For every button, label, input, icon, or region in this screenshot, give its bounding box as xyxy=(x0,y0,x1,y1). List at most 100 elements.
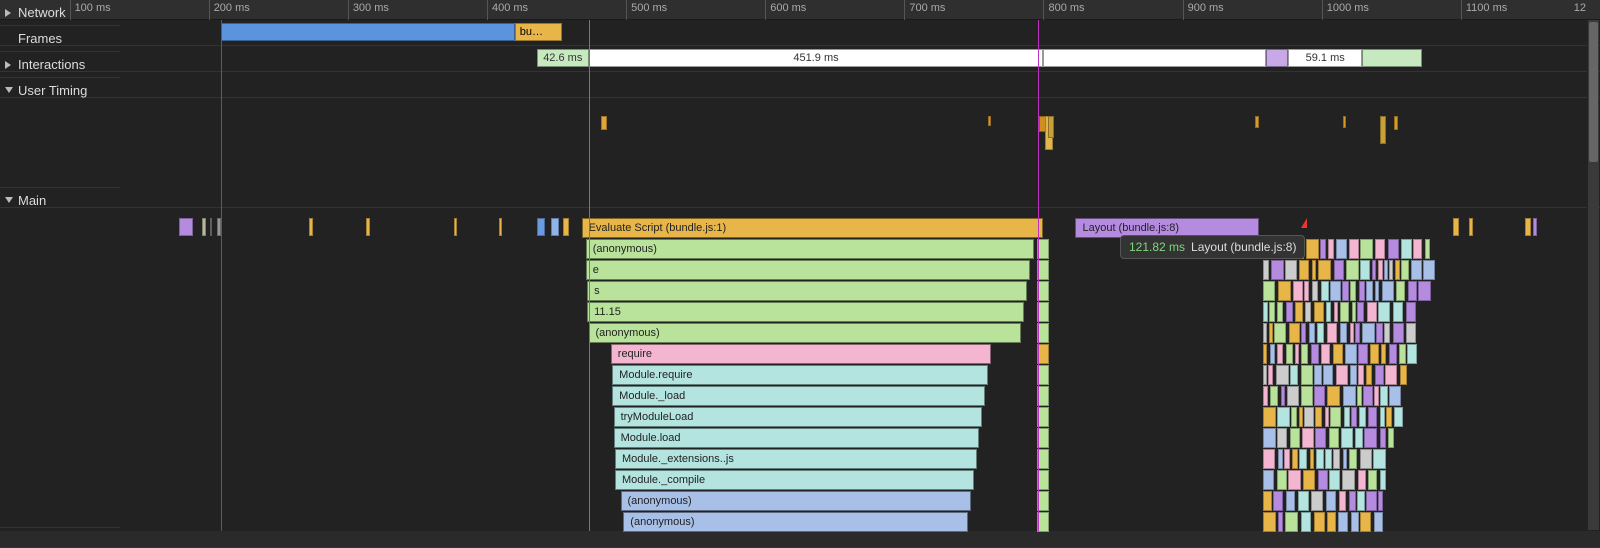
flame-frame[interactable]: Module.load xyxy=(614,428,980,448)
flame-frame[interactable] xyxy=(1388,428,1394,448)
flame-frame[interactable] xyxy=(1380,407,1385,427)
flame-frame[interactable] xyxy=(1400,365,1407,385)
flame-frame[interactable] xyxy=(1372,260,1376,280)
flame-frame[interactable] xyxy=(1263,386,1268,406)
user-timing-lane[interactable] xyxy=(0,98,1600,208)
flame-frame[interactable]: (anonymous) xyxy=(586,239,1034,259)
flame-frame[interactable] xyxy=(1366,281,1373,301)
flame-frame[interactable] xyxy=(1357,302,1364,322)
flame-frame[interactable]: tryModuleLoad xyxy=(614,407,983,427)
flame-frame[interactable] xyxy=(1366,365,1372,385)
vertical-scrollbar[interactable] xyxy=(1587,20,1599,530)
flame-frame[interactable]: (anonymous) xyxy=(621,491,972,511)
track-area[interactable]: bu… 42.6 ms451.9 ms59.1 ms Evaluate Scri… xyxy=(0,20,1600,531)
flame-frame[interactable] xyxy=(1299,260,1309,280)
flame-frame[interactable] xyxy=(1309,323,1315,343)
flame-frame[interactable] xyxy=(1314,365,1322,385)
time-ruler[interactable]: 12 100 ms200 ms300 ms400 ms500 ms600 ms7… xyxy=(0,0,1600,20)
flame-frame[interactable] xyxy=(1277,344,1283,364)
flame-frame[interactable] xyxy=(1271,260,1284,280)
flame-frame[interactable] xyxy=(1349,449,1357,469)
user-timing-mark[interactable] xyxy=(1394,116,1398,130)
flame-frame[interactable]: Evaluate Script (bundle.js:1) xyxy=(582,218,1044,238)
flame-frame[interactable] xyxy=(1423,260,1435,280)
flame-frame[interactable] xyxy=(1281,386,1285,406)
flame-frame[interactable] xyxy=(1366,491,1377,511)
flame-frame[interactable] xyxy=(1292,449,1298,469)
flame-frame[interactable] xyxy=(1345,344,1357,364)
flame-frame[interactable] xyxy=(1375,239,1385,259)
flame-frame[interactable] xyxy=(1411,260,1422,280)
frames-lane[interactable]: 42.6 ms451.9 ms59.1 ms xyxy=(0,46,1600,72)
flame-frame[interactable] xyxy=(1304,407,1314,427)
flame-frame[interactable] xyxy=(1327,323,1337,343)
flame-frame[interactable] xyxy=(1299,449,1307,469)
flame-frame[interactable] xyxy=(1263,365,1267,385)
flame-frame[interactable] xyxy=(1355,428,1363,448)
flame-frame[interactable] xyxy=(1301,386,1313,406)
flame-frame[interactable] xyxy=(1284,449,1290,469)
flame-frame[interactable] xyxy=(1301,323,1306,343)
flame-frame[interactable]: Module.require xyxy=(612,365,988,385)
task-block[interactable] xyxy=(366,218,370,236)
flame-frame[interactable] xyxy=(1287,386,1299,406)
flame-frame[interactable] xyxy=(1269,323,1273,343)
flame-frame[interactable] xyxy=(1327,386,1340,406)
flame-frame[interactable] xyxy=(1311,344,1319,364)
flame-frame[interactable] xyxy=(1368,407,1377,427)
task-block[interactable] xyxy=(551,218,559,236)
flame-frame[interactable] xyxy=(1338,512,1348,532)
scrollbar-thumb[interactable] xyxy=(1589,22,1598,162)
flame-frame[interactable] xyxy=(1263,512,1276,532)
flame-frame[interactable] xyxy=(1413,239,1422,259)
flame-frame[interactable] xyxy=(1339,491,1346,511)
flame-frame[interactable] xyxy=(1364,428,1377,448)
flame-frame[interactable] xyxy=(1295,344,1299,364)
task-block[interactable] xyxy=(537,218,545,236)
flame-frame[interactable] xyxy=(1407,344,1417,364)
flame-frame[interactable] xyxy=(1333,344,1343,364)
flame-frame[interactable] xyxy=(1263,302,1268,322)
flame-frame[interactable] xyxy=(1357,491,1365,511)
flame-frame[interactable] xyxy=(1401,260,1409,280)
track-header-main[interactable]: Main xyxy=(0,188,120,528)
flame-frame[interactable] xyxy=(1406,302,1416,322)
flame-frame[interactable] xyxy=(1334,302,1338,322)
flame-frame[interactable] xyxy=(1380,428,1386,448)
flame-frame[interactable] xyxy=(1350,281,1356,301)
flame-frame[interactable] xyxy=(1380,470,1386,490)
flame-frame[interactable] xyxy=(1278,449,1283,469)
flame-frame[interactable] xyxy=(1360,449,1372,469)
flame-frame[interactable]: Module._compile xyxy=(615,470,974,490)
flame-frame[interactable]: (anonymous) xyxy=(623,512,968,532)
user-timing-mark[interactable] xyxy=(601,116,607,130)
task-block[interactable] xyxy=(454,218,457,236)
network-request[interactable] xyxy=(221,23,515,41)
flame-frame[interactable] xyxy=(1263,281,1275,301)
flame-frame[interactable] xyxy=(1286,491,1295,511)
flame-frame[interactable] xyxy=(1344,407,1350,427)
flame-frame[interactable]: (anonymous) xyxy=(589,323,1022,343)
flame-frame[interactable] xyxy=(1418,281,1431,301)
flame-frame[interactable] xyxy=(1327,512,1336,532)
track-header-network[interactable]: Network xyxy=(0,0,120,26)
frame-bar[interactable]: 451.9 ms xyxy=(589,49,1044,67)
flame-frame[interactable] xyxy=(1301,365,1313,385)
frame-bar[interactable]: 59.1 ms xyxy=(1288,49,1362,67)
flame-frame[interactable] xyxy=(1310,449,1314,469)
user-timing-mark[interactable] xyxy=(988,116,991,126)
flame-frame[interactable] xyxy=(1363,386,1373,406)
flame-frame[interactable] xyxy=(1370,344,1379,364)
flame-frame[interactable] xyxy=(1320,239,1326,259)
task-block[interactable] xyxy=(179,218,193,236)
flame-frame[interactable] xyxy=(1263,407,1276,427)
flame-frame[interactable] xyxy=(1373,449,1386,469)
user-timing-mark[interactable] xyxy=(1048,116,1054,138)
task-block[interactable] xyxy=(202,218,206,236)
flame-frame[interactable] xyxy=(1380,386,1388,406)
flame-frame[interactable] xyxy=(1312,260,1316,280)
flame-frame[interactable] xyxy=(1312,281,1318,301)
flame-frame[interactable] xyxy=(1395,260,1400,280)
flame-frame[interactable] xyxy=(1360,512,1371,532)
flame-frame[interactable] xyxy=(1325,449,1332,469)
